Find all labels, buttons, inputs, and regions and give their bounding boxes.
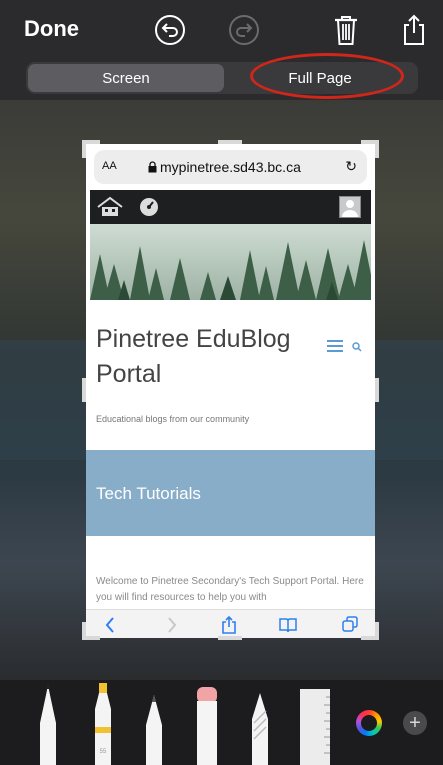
user-avatar-icon [339,196,361,218]
redo-icon[interactable] [224,10,264,50]
crop-handle-bottom[interactable] [218,636,242,640]
site-tagline: Educational blogs from our community [96,414,250,424]
top-bar: Done Screen Full Page [0,0,443,100]
site-admin-bar [90,190,371,224]
pen-tool-icon[interactable] [36,685,60,765]
home-icon [97,196,123,216]
crop-handle-top-right-v[interactable] [375,140,379,158]
hamburger-menu-icon[interactable] [327,340,343,352]
lock-icon [148,161,157,173]
pencil-tool-icon[interactable] [142,695,166,765]
url-text: mypinetree.sd43.bc.ca [160,159,301,175]
tabs-icon[interactable] [342,616,358,634]
dashboard-gauge-icon [140,198,158,216]
crop-handle-top-left-v[interactable] [82,140,86,158]
red-circle-annotation [250,53,404,99]
welcome-text: Welcome to Pinetree Secondary's Tech Sup… [96,576,364,603]
full-page-preview[interactable]: AA mypinetree.sd43.bc.ca ↻ Pinetree EduB… [86,144,375,638]
share-icon[interactable] [221,616,237,634]
search-icon[interactable] [352,342,362,352]
add-icon[interactable]: + [403,711,427,735]
trash-icon[interactable] [326,10,366,50]
forward-icon[interactable] [166,616,178,634]
screen-tab[interactable]: Screen [28,64,224,92]
site-title: Pinetree EduBlog Portal [96,325,291,388]
ruler-tool-icon[interactable] [298,689,332,765]
tech-tutorials-banner: Tech Tutorials [86,450,375,536]
crop-handle-left[interactable] [82,378,86,402]
lasso-tool-icon[interactable] [248,693,272,765]
safari-url-bar: AA mypinetree.sd43.bc.ca ↻ [94,150,367,184]
highlighter-tool-icon[interactable]: 55 [90,683,116,765]
markup-toolbar: 55 + [0,680,443,765]
crop-handle-bottom-left-v[interactable] [82,622,86,640]
done-button[interactable]: Done [24,16,79,42]
reload-icon: ↻ [345,158,357,174]
safari-toolbar [86,609,375,638]
eraser-tool-icon[interactable] [194,687,220,765]
color-picker-icon[interactable] [356,710,382,736]
back-icon[interactable] [104,616,116,634]
undo-icon[interactable] [150,10,190,50]
highlighter-number: 55 [100,749,107,755]
crop-handle-right[interactable] [375,378,379,402]
section-title: Tech Tutorials [96,484,201,503]
bookmarks-icon[interactable] [278,616,298,634]
crop-handle-bottom-right-v[interactable] [375,622,379,640]
text-size-button: AA [102,160,117,172]
share-icon[interactable] [394,10,434,50]
crop-handle-top[interactable] [218,140,242,144]
forest-header-image [90,224,371,300]
